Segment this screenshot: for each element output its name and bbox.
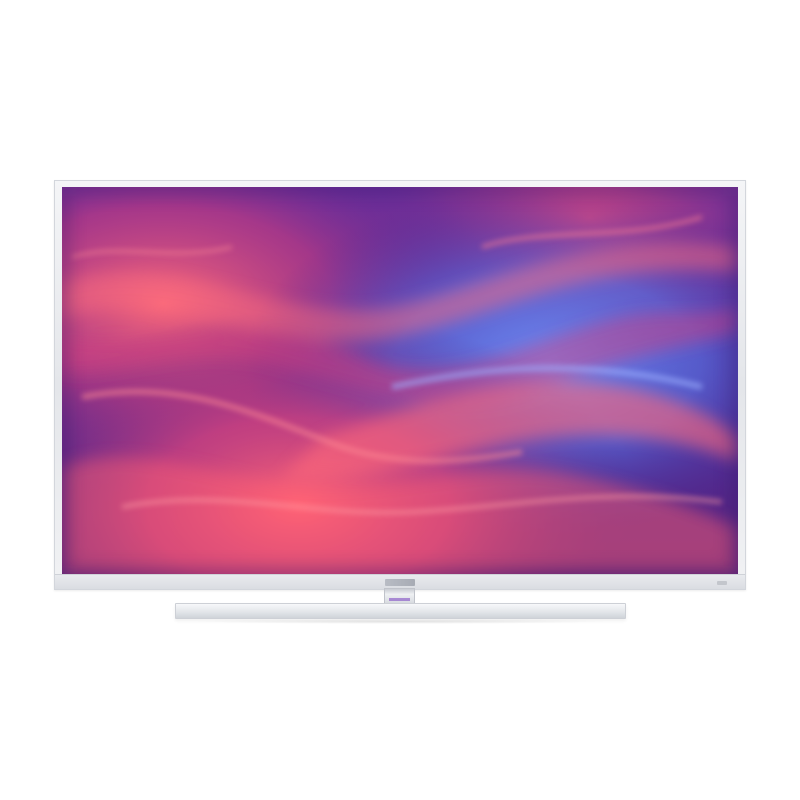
brand-logo (385, 579, 415, 586)
tv-frame (54, 180, 746, 590)
stand-base (175, 603, 626, 619)
power-indicator (717, 581, 727, 585)
screen-wallpaper (62, 187, 738, 575)
stand-shadow (190, 619, 611, 624)
ambient-light-strip (389, 598, 410, 601)
product-photo (0, 0, 800, 800)
bottom-bezel (55, 574, 745, 589)
tv-screen (62, 187, 738, 575)
